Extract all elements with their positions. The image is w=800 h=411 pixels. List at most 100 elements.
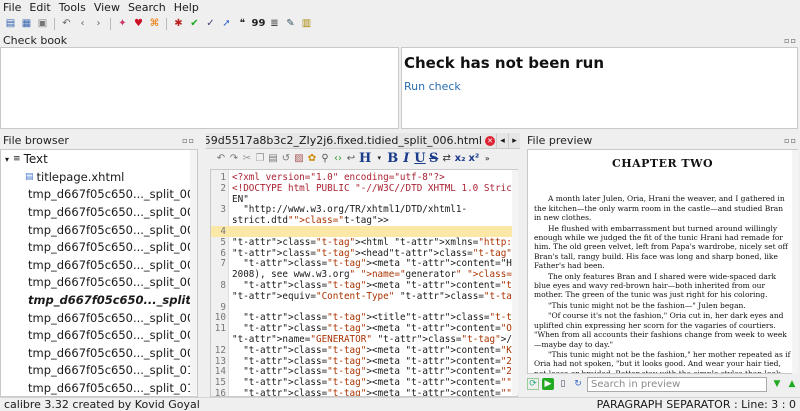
italic-icon[interactable]: I [401,151,411,166]
menu-view[interactable]: View [94,1,120,14]
find-previous-icon[interactable]: ▲ [786,378,798,390]
code-line[interactable]: 16 "t-attr">class="t-tag"><meta "t-attr"… [211,388,517,396]
panel-controls-icon[interactable]: ▫▫ [784,36,797,45]
paste-icon[interactable]: ▤ [268,152,278,165]
bug-icon[interactable]: ✱ [172,18,185,31]
code-line[interactable]: 11 "t-attr">class="t-tag"><meta "t-attr"… [211,323,517,334]
undo-icon[interactable]: ↶ [60,18,73,31]
file-list-item[interactable]: tmp_d667f05c650..._split_010.html [1,362,197,380]
file-list-item[interactable]: tmp_d667f05c650..._split_005.html [1,274,197,292]
close-tab-icon[interactable]: ✕ [485,135,495,146]
reload-icon[interactable]: ↻ [572,378,584,390]
insert-icon[interactable]: ↺ [281,152,291,165]
tree-root-text[interactable]: ▾ ≡ Text [1,150,197,168]
code-editor[interactable]: 1 <?xml version="1.0" encoding="utf-8"?> 2… [210,169,518,397]
inspect-icon[interactable]: ▯ [557,378,569,390]
code-line[interactable]: 15 "t-attr">class="t-tag"><meta "t-attr"… [211,377,517,388]
code-line[interactable]: 14 "t-attr">class="t-tag"><meta "t-attr"… [211,366,517,377]
save-icon[interactable]: ▣ [36,18,49,31]
heading-icon[interactable]: H [359,151,371,166]
image-icon[interactable]: ▨ [294,152,304,165]
dropdown-icon[interactable]: ▾ [374,152,384,165]
spellcheck-icon[interactable]: ✓ [204,18,217,31]
tab-scroll-right-icon[interactable]: ▸ [508,133,520,148]
character-icon[interactable]: ✿ [307,152,317,165]
file-list-item[interactable]: tmp_d667f05c650..._split_009.html [1,344,197,362]
code-line[interactable]: 9 [211,302,517,313]
file-list-item[interactable]: tmp_d667f05c650..._split_004.html [1,256,197,274]
quote-marks-icon[interactable]: 99 [252,18,266,31]
cut-icon[interactable]: ✂ [242,152,252,165]
new-file-icon[interactable]: ▤ [4,18,17,31]
preview-search-input[interactable] [587,376,767,392]
code-line[interactable]: 8 "t-attr">class="t-tag"><meta "t-attr">… [211,280,517,291]
refresh-icon[interactable]: ⟳ [527,378,539,390]
subscript-icon[interactable]: x₂ [455,152,466,165]
code-line[interactable]: "t-attr">name="GENERATOR" "t-attr">class… [211,334,517,345]
file-list-item[interactable]: ▤ titlepage.xhtml [1,168,197,186]
code-line[interactable]: 5 "t-attr">class="t-tag"><html "t-attr">x… [211,237,517,248]
file-list-item[interactable]: tmp_d667f05c650..._split_011.html [1,379,197,396]
preview-scrollbar[interactable] [792,150,798,374]
collapse-arrow-icon[interactable]: ▾ [5,155,9,164]
panel-controls-icon[interactable]: ▫▫ [182,136,195,145]
code-line[interactable]: 2008), see www.w3.org" ">name="generator… [211,269,517,280]
undo-icon[interactable]: ↶ [216,152,226,165]
diff-icon[interactable]: ⌘ [148,18,161,31]
more-icon[interactable]: » [482,152,492,165]
back-icon[interactable]: ‹ [76,18,89,31]
insert-tag-icon[interactable]: ⇄ [442,152,452,165]
code-line[interactable]: 3 "http://www.w3.org/TR/xhtml1/DTD/xhtml… [211,204,517,215]
underline-icon[interactable]: U [414,151,425,166]
code-line[interactable]: 1 <?xml version="1.0" encoding="utf-8"?> [211,172,517,183]
play-icon[interactable]: ▶ [542,378,554,390]
file-list-item[interactable]: tmp_d667f05c650..._split_003.html [1,238,197,256]
chart-icon[interactable]: ▥ [300,18,313,31]
check-icon[interactable]: ✔ [188,18,201,31]
redo-icon[interactable]: ↷ [229,152,239,165]
superscript-icon[interactable]: x² [468,152,479,165]
editor-tab-label[interactable]: a19bff59d5517a8b3c2_ZIy2j6.fixed.tidied_… [206,134,482,147]
link-icon[interactable]: ↩ [346,152,356,165]
copy-icon[interactable]: ❐ [255,152,265,165]
menu-edit[interactable]: Edit [29,1,50,14]
file-list-item[interactable]: tmp_d667f05c650..._split_002.html [1,221,197,239]
file-list-item[interactable]: tmp_d667f05c650..._split_001.html [1,203,197,221]
code-line[interactable]: 7 "t-attr">class="t-tag"><meta "t-attr">… [211,258,517,269]
format-icon[interactable]: ≣ [268,18,281,31]
code-line[interactable]: 10 "t-attr">class="t-tag"><title"t-attr"… [211,312,517,323]
code-line[interactable]: 6 "t-attr">class="t-tag"><head"t-attr">cl… [211,248,517,259]
code-line[interactable]: 2 <!DOCTYPE html PUBLIC "-//W3C//DTD XHTM… [211,183,517,194]
file-list-item[interactable]: tmp_d667f05c650..._split_007.html [1,309,197,327]
strikethrough-icon[interactable]: S [429,151,439,166]
code-line[interactable]: 4 [211,226,517,237]
find-next-icon[interactable]: ▼ [771,378,783,390]
file-list-item[interactable]: tmp_d667f05c650..._split_008.html [1,326,197,344]
open-folder-icon[interactable]: ▦ [20,18,33,31]
menu-help[interactable]: Help [174,1,199,14]
tag-icon[interactable]: ‹› [333,152,343,165]
tab-scroll-left-icon[interactable]: ◂ [496,133,508,148]
arrow-icon[interactable]: ➚ [220,18,233,31]
code-line[interactable]: 12 "t-attr">class="t-tag"><meta "t-attr"… [211,345,517,356]
heart-icon[interactable]: ♥ [132,18,145,31]
code-line[interactable]: strict.dtd"">class="t-tag">> [211,215,517,226]
menu-tools[interactable]: Tools [59,1,86,14]
sparkle-icon[interactable]: ✦ [116,18,129,31]
code-line[interactable]: "t-attr">equiv="Content-Type" "t-attr">c… [211,291,517,302]
split-icon[interactable]: ⚲ [320,152,330,165]
quote-icon[interactable]: ❝ [236,18,249,31]
menu-search[interactable]: Search [128,1,166,14]
code-line[interactable]: EN" [211,194,517,205]
file-browser-scrollbar[interactable] [190,150,197,395]
panel-controls-icon[interactable]: ▫▫ [784,136,797,145]
file-list-item[interactable]: tmp_d667f05c650..._split_000.html [1,186,197,204]
editor-scrollbar[interactable] [512,170,518,395]
menu-file[interactable]: File [3,1,21,14]
pencil-icon[interactable]: ✎ [284,18,297,31]
run-check-link[interactable]: Run check [404,80,461,93]
bold-icon[interactable]: B [387,151,398,166]
code-line[interactable]: 13 "t-attr">class="t-tag"><meta "t-attr"… [211,356,517,367]
file-list-item[interactable]: tmp_d667f05c650..._split_006.html [1,291,197,309]
forward-icon[interactable]: › [92,18,105,31]
